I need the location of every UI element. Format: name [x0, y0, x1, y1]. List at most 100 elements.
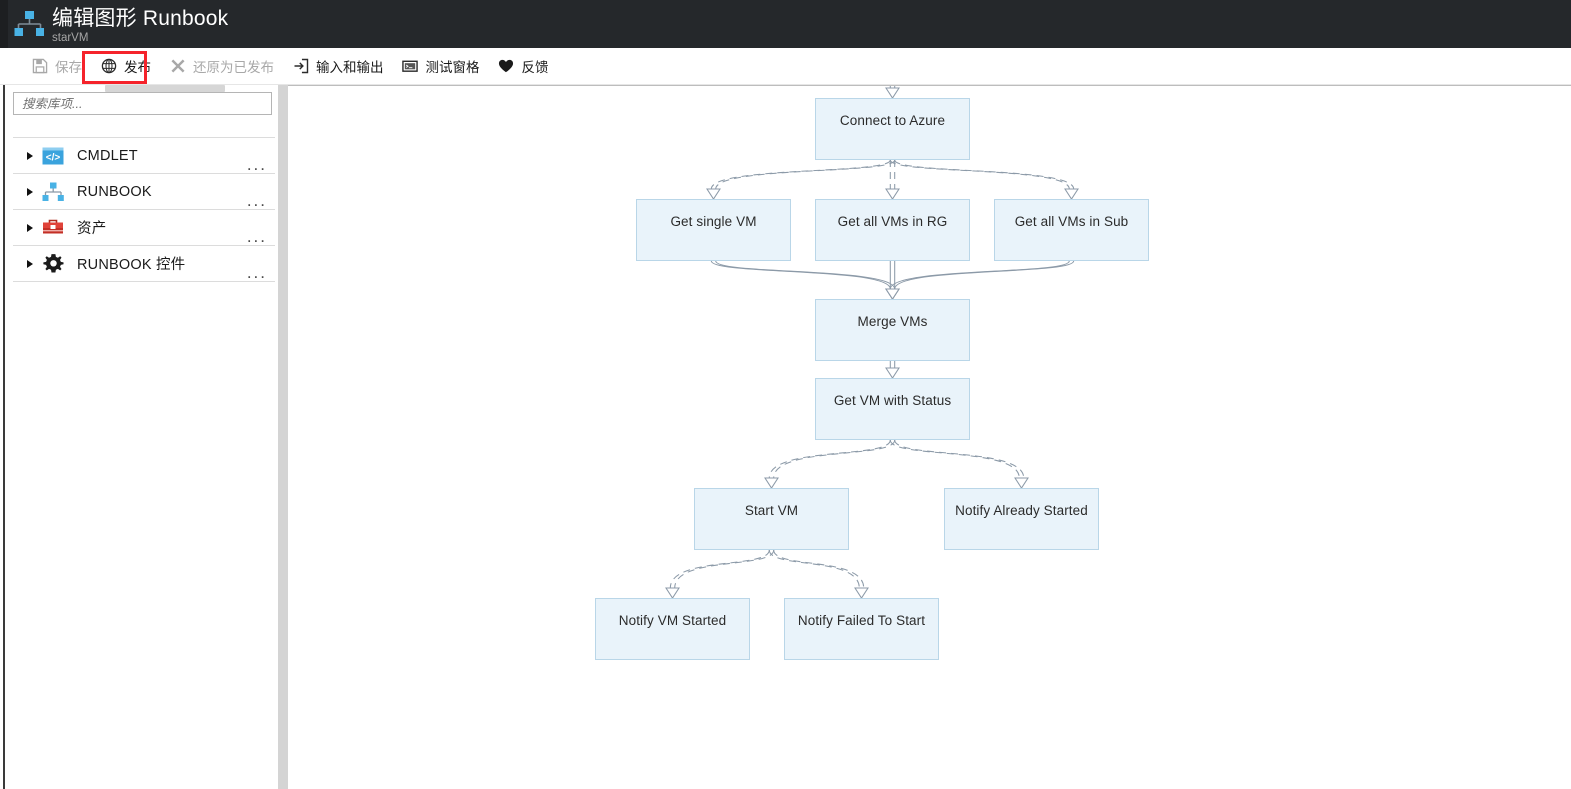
- input-output-icon: [292, 58, 309, 75]
- node-label: Notify VM Started: [618, 613, 727, 628]
- library-search: [13, 92, 272, 115]
- node-label: Notify Already Started: [955, 503, 1088, 518]
- save-button-label: 保存: [55, 60, 82, 75]
- sidebar-canvas-divider[interactable]: [278, 85, 288, 789]
- connector-line: [889, 260, 1070, 290]
- connector-arrowhead: [885, 288, 900, 300]
- sidebar-item-label: 资产: [77, 221, 107, 237]
- node-notify-failed-to-start[interactable]: Notify Failed To Start: [784, 598, 939, 660]
- library-sidebar: </> CMDLET ... RUNBOOK ...: [5, 85, 278, 789]
- node-label: Get all VMs in Sub: [1014, 214, 1129, 229]
- node-get-all-vms-in-rg[interactable]: Get all VMs in RG: [815, 199, 970, 261]
- header-rail-strip: [0, 0, 8, 48]
- svg-text:</>: </>: [46, 152, 61, 163]
- chevron-right-icon[interactable]: [21, 151, 39, 160]
- publish-button[interactable]: 发布: [91, 52, 160, 80]
- connector-line: [715, 260, 896, 290]
- connector-arrowhead: [854, 587, 869, 599]
- test-pane-icon: [402, 58, 419, 75]
- sidebar-item-menu-button[interactable]: ...: [247, 228, 267, 245]
- connector-line: [715, 159, 896, 190]
- connector-arrowhead: [665, 587, 680, 599]
- connector-arrowhead: [1014, 477, 1029, 489]
- input-output-label: 输入和输出: [316, 60, 384, 75]
- sidebar-scroll-stub: [105, 85, 225, 92]
- toolbox-icon: [41, 217, 65, 239]
- revert-to-published-label: 还原为已发布: [193, 60, 274, 75]
- connector-arrowhead: [885, 367, 900, 379]
- sidebar-item-runbook-control[interactable]: RUNBOOK 控件 ...: [13, 246, 275, 282]
- connector-line: [669, 549, 770, 589]
- save-icon: [31, 58, 48, 75]
- runbook-hierarchy-icon: [14, 10, 45, 38]
- connector-arrowhead: [1064, 188, 1079, 200]
- connector-arrowhead: [885, 87, 900, 99]
- sidebar-item-label: RUNBOOK: [77, 183, 152, 200]
- feedback-label: 反馈: [521, 60, 549, 75]
- node-notify-vm-started[interactable]: Notify VM Started: [595, 598, 750, 660]
- connector-line: [710, 159, 891, 190]
- header-text-block: 编辑图形 Runbook starVM: [52, 4, 228, 45]
- connector-arrowhead: [885, 188, 900, 200]
- library-list: </> CMDLET ... RUNBOOK ... 资产 ... RUNBOO…: [13, 137, 275, 282]
- node-merge-vms[interactable]: Merge VMs: [815, 299, 970, 361]
- connector-line: [768, 439, 891, 479]
- sidebar-item-runbook[interactable]: RUNBOOK ...: [13, 174, 275, 210]
- input-output-button[interactable]: 输入和输出: [283, 52, 393, 80]
- node-notify-already-started[interactable]: Notify Already Started: [944, 488, 1099, 550]
- publish-globe-icon: [100, 58, 117, 75]
- connector-line: [894, 159, 1075, 190]
- node-start-vm[interactable]: Start VM: [694, 488, 849, 550]
- node-get-single-vm[interactable]: Get single VM: [636, 199, 791, 261]
- connector-arrowhead: [764, 477, 779, 489]
- sidebar-item-assets[interactable]: 资产 ...: [13, 210, 275, 246]
- save-button[interactable]: 保存: [22, 52, 91, 80]
- connector-line: [773, 549, 865, 589]
- publish-button-label: 发布: [124, 60, 151, 75]
- test-pane-button[interactable]: 测试窗格: [393, 52, 489, 80]
- node-label: Get all VMs in RG: [837, 214, 948, 229]
- feedback-button[interactable]: 反馈: [489, 52, 558, 80]
- connector-line: [710, 260, 891, 290]
- connector-line: [894, 439, 1025, 479]
- connector-line: [894, 260, 1075, 290]
- node-get-vm-with-status[interactable]: Get VM with Status: [815, 378, 970, 440]
- node-label: Get single VM: [670, 214, 757, 229]
- hierarchy-icon: [41, 181, 65, 203]
- runbook-canvas[interactable]: Connect to Azure Get single VM Get all VMs…: [288, 85, 1571, 789]
- test-pane-label: 测试窗格: [425, 60, 480, 75]
- connector-line: [773, 439, 896, 479]
- node-label: Connect to Azure: [839, 113, 946, 128]
- revert-to-published-button[interactable]: 还原为已发布: [160, 52, 283, 80]
- chevron-right-icon[interactable]: [21, 259, 39, 268]
- page-title: 编辑图形 Runbook: [52, 7, 229, 30]
- chevron-right-icon[interactable]: [21, 223, 39, 232]
- node-label: Get VM with Status: [833, 393, 952, 408]
- sidebar-item-cmdlet[interactable]: </> CMDLET ...: [13, 138, 275, 174]
- sidebar-item-label: CMDLET: [77, 147, 138, 164]
- search-input[interactable]: [13, 92, 272, 115]
- sidebar-item-menu-button[interactable]: ...: [247, 264, 267, 281]
- sidebar-item-label: RUNBOOK 控件: [77, 257, 186, 273]
- code-brackets-icon: </>: [41, 145, 65, 167]
- runbook-editor-window: 编辑图形 Runbook starVM 保存 发布 还原为已发布 输入和输出 测…: [0, 0, 1571, 789]
- gear-icon: [41, 253, 65, 275]
- sidebar-item-menu-button[interactable]: ...: [247, 192, 267, 209]
- page-subtitle: starVM: [52, 32, 89, 44]
- revert-x-icon: [169, 58, 186, 75]
- connector-line: [889, 159, 1070, 190]
- connector-line: [889, 439, 1020, 479]
- connector-arrowhead: [706, 188, 721, 200]
- node-get-all-vms-in-sub[interactable]: Get all VMs in Sub: [994, 199, 1149, 261]
- command-toolbar: 保存 发布 还原为已发布 输入和输出 测试窗格 反馈: [0, 48, 1571, 85]
- node-label: Start VM: [744, 503, 799, 518]
- chevron-right-icon[interactable]: [21, 187, 39, 196]
- node-label: Notify Failed To Start: [797, 613, 926, 628]
- heart-icon: [498, 58, 515, 75]
- connector-line: [768, 549, 860, 589]
- page-header: 编辑图形 Runbook starVM: [0, 0, 1571, 48]
- connector-line: [674, 549, 775, 589]
- node-connect-to-azure[interactable]: Connect to Azure: [815, 98, 970, 160]
- node-label: Merge VMs: [857, 314, 928, 329]
- sidebar-item-menu-button[interactable]: ...: [247, 156, 267, 173]
